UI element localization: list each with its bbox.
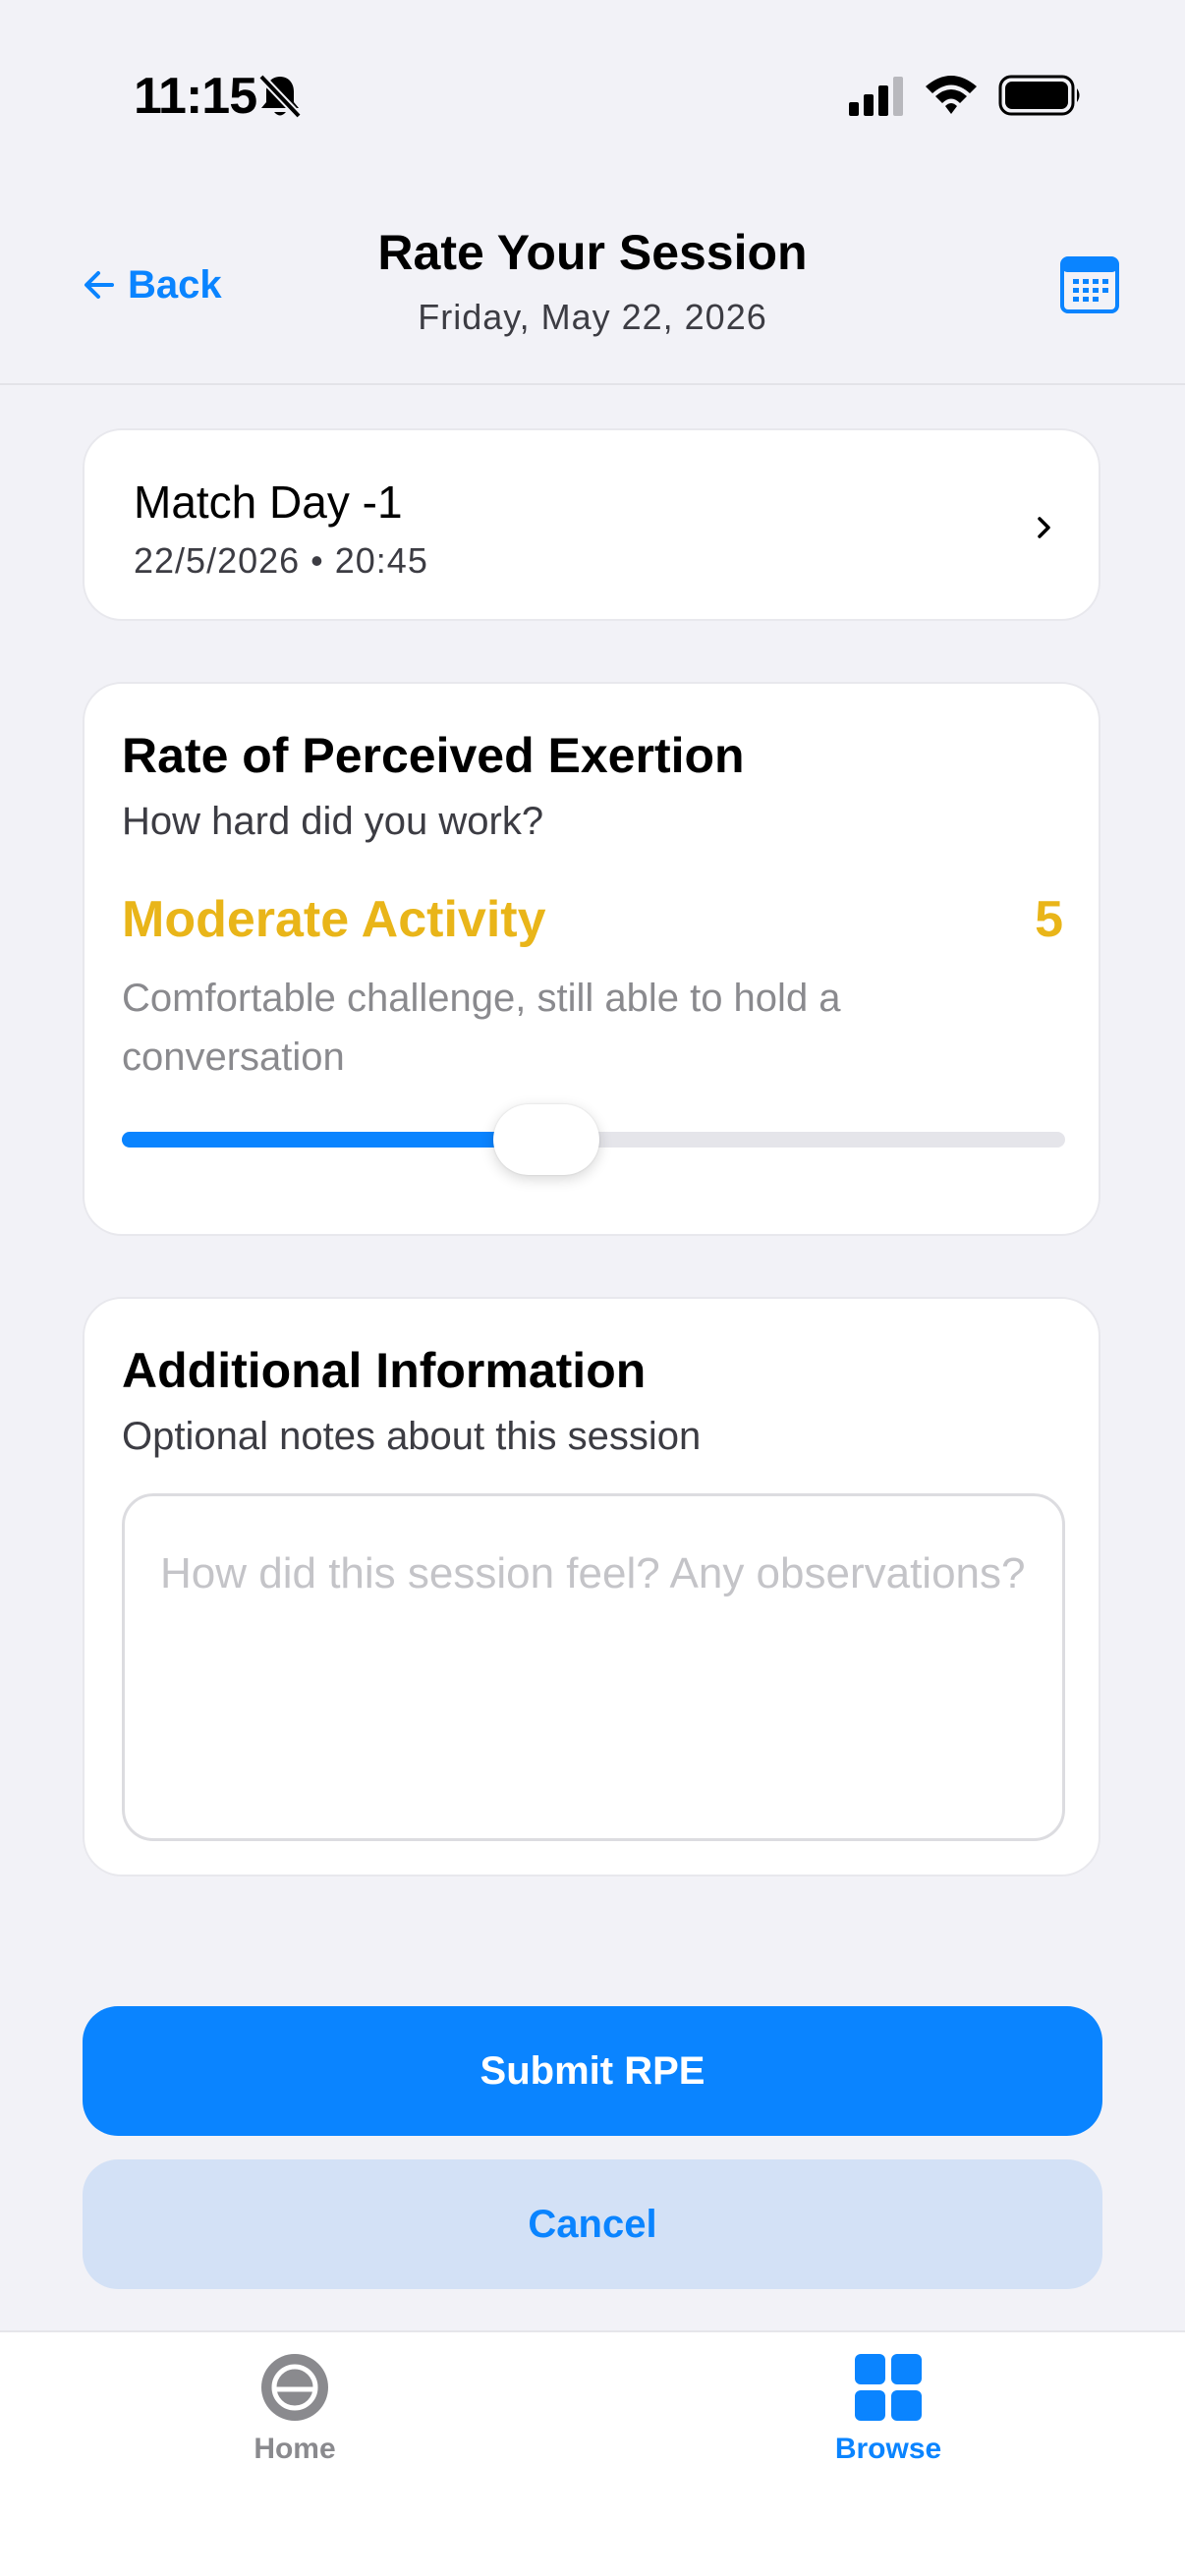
tab-browse-label: Browse	[834, 2433, 942, 2465]
status-bar: 11:15	[0, 0, 1185, 187]
session-name: Match Day -1	[134, 476, 403, 528]
notes-textarea[interactable]	[122, 1493, 1065, 1841]
notes-heading: Additional Information	[122, 1343, 647, 1398]
page-date: Friday, May 22, 2026	[418, 297, 767, 337]
calendar-icon[interactable]	[1059, 253, 1120, 314]
rpe-slider-thumb[interactable]	[493, 1104, 599, 1175]
rpe-heading: Rate of Perceived Exertion	[122, 728, 745, 783]
rate-session-screen: 11:15 Back Rate Your Session Friday, May…	[0, 0, 1185, 2576]
wifi-icon	[926, 76, 977, 114]
tab-browse[interactable]: Browse	[770, 2352, 1006, 2490]
page-title: Rate Your Session	[377, 225, 808, 280]
rpe-value: 5	[1035, 891, 1063, 948]
grid-icon	[855, 2354, 922, 2421]
intensity-label: Moderate Activity	[122, 891, 546, 948]
cancel-button[interactable]: Cancel	[83, 2159, 1102, 2289]
tab-bar: Home Browse	[0, 2330, 1185, 2576]
tab-home[interactable]: Home	[177, 2352, 413, 2490]
battery-icon	[998, 75, 1080, 116]
chevron-right-icon	[1038, 517, 1050, 538]
navigation-header: Back Rate Your Session Friday, May 22, 2…	[0, 187, 1185, 385]
intensity-description: Comfortable challenge, still able to hol…	[122, 977, 841, 1079]
session-card[interactable]: Match Day -1 22/5/2026 • 20:45	[83, 428, 1100, 621]
bell-off-icon	[258, 74, 302, 119]
submit-rpe-button[interactable]: Submit RPE	[83, 2006, 1102, 2136]
rpe-card: Rate of Perceived Exertion How hard did …	[83, 682, 1100, 1236]
notes-subheading: Optional notes about this session	[122, 1415, 702, 1458]
session-datetime: 22/5/2026 • 20:45	[134, 540, 428, 581]
rpe-slider-fill	[122, 1132, 546, 1148]
rpe-subheading: How hard did you work?	[122, 800, 544, 843]
rpe-slider[interactable]	[122, 1104, 1065, 1175]
cellular-signal-icon	[849, 77, 903, 116]
home-icon	[261, 2354, 328, 2421]
tab-home-label: Home	[254, 2433, 336, 2465]
status-time: 11:15	[134, 68, 257, 125]
notes-card: Additional Information Optional notes ab…	[83, 1297, 1100, 1876]
